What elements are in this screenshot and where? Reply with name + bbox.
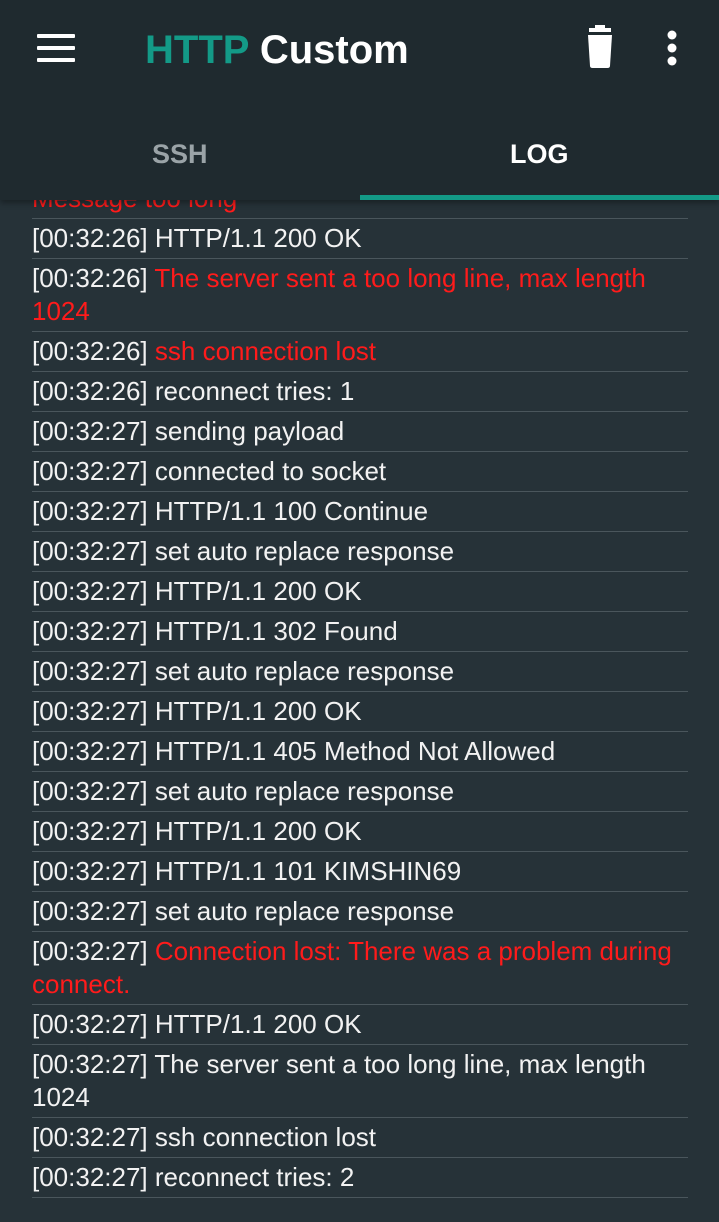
log-row: [00:32:27] The server sent a too long li… bbox=[32, 1045, 688, 1118]
log-row: [00:32:27] set auto replace response bbox=[32, 532, 688, 572]
tab-ssh-label: SSH bbox=[151, 138, 208, 169]
log-message: HTTP/1.1 200 OK bbox=[154, 576, 362, 606]
log-timestamp: [00:32:27] bbox=[32, 896, 148, 926]
log-message: HTTP/1.1 200 OK bbox=[154, 816, 362, 846]
log-row: [00:32:27] HTTP/1.1 200 OK bbox=[32, 692, 688, 732]
log-row: [00:32:27] set auto replace response bbox=[32, 892, 688, 932]
log-row: Message too long bbox=[32, 200, 688, 219]
app-title-http: HTTP bbox=[145, 28, 249, 72]
log-list[interactable]: Message too long [00:32:26] HTTP/1.1 200 … bbox=[32, 200, 688, 1222]
log-message: reconnect tries: 2 bbox=[154, 1162, 355, 1192]
log-message: connected to socket bbox=[154, 456, 387, 486]
app-title-custom: Custom bbox=[259, 28, 409, 72]
log-row: [00:32:27] HTTP/1.1 200 OK bbox=[32, 812, 688, 852]
log-timestamp: [00:32:27] bbox=[32, 736, 148, 766]
hamburger-menu-icon[interactable] bbox=[30, 24, 82, 72]
log-row: [00:32:26] ssh connection lost bbox=[32, 332, 688, 372]
log-message: HTTP/1.1 405 Method Not Allowed bbox=[154, 736, 556, 766]
app-screen: HTTP Custom SSH LOG Me bbox=[0, 0, 719, 1222]
app-title: HTTP Custom bbox=[145, 26, 409, 74]
log-timestamp: [00:32:27] bbox=[32, 1009, 148, 1039]
log-timestamp: [00:32:26] bbox=[32, 263, 148, 293]
log-timestamp: [00:32:27] bbox=[32, 776, 148, 806]
tab-log[interactable]: LOG bbox=[359, 108, 719, 200]
log-timestamp: [00:32:26] bbox=[32, 336, 148, 366]
log-message: Message too long bbox=[32, 200, 237, 213]
tab-log-label: LOG bbox=[510, 138, 569, 169]
app-bar: HTTP Custom SSH LOG bbox=[0, 0, 719, 200]
log-row: [00:32:27] HTTP/1.1 200 OK bbox=[32, 1005, 688, 1045]
log-timestamp: [00:32:27] bbox=[32, 1049, 148, 1079]
log-row: [00:32:27] sending payload bbox=[32, 412, 688, 452]
log-timestamp: [00:32:27] bbox=[32, 696, 148, 726]
log-message: set auto replace response bbox=[154, 656, 455, 686]
log-message: set auto replace response bbox=[154, 776, 455, 806]
log-message: HTTP/1.1 200 OK bbox=[154, 223, 362, 253]
log-row: [00:32:27] reconnect tries: 2 bbox=[32, 1158, 688, 1198]
log-timestamp: [00:32:27] bbox=[32, 536, 148, 566]
log-timestamp: [00:32:27] bbox=[32, 856, 148, 886]
log-row: [00:32:27] HTTP/1.1 100 Continue bbox=[32, 492, 688, 532]
log-row: [00:32:27] set auto replace response bbox=[32, 652, 688, 692]
log-timestamp: [00:32:27] bbox=[32, 416, 148, 446]
log-row: [00:32:27] set auto replace response bbox=[32, 772, 688, 812]
trash-icon[interactable] bbox=[578, 24, 622, 72]
log-message: ssh connection lost bbox=[154, 1122, 377, 1152]
log-timestamp: [00:32:26] bbox=[32, 376, 148, 406]
log-row: [00:32:27] HTTP/1.1 101 KIMSHIN69 bbox=[32, 852, 688, 892]
log-message: HTTP/1.1 101 KIMSHIN69 bbox=[154, 856, 462, 886]
log-row: [00:32:27] Connection lost: There was a … bbox=[32, 932, 688, 1005]
tab-ssh[interactable]: SSH bbox=[0, 108, 360, 200]
log-message: HTTP/1.1 200 OK bbox=[154, 1009, 362, 1039]
log-message: HTTP/1.1 302 Found bbox=[154, 616, 398, 646]
log-row: [00:32:26] reconnect tries: 1 bbox=[32, 372, 688, 412]
log-row: [00:32:27] HTTP/1.1 302 Found bbox=[32, 612, 688, 652]
tab-bar: SSH LOG bbox=[0, 108, 719, 200]
log-message: reconnect tries: 1 bbox=[154, 376, 355, 406]
log-row: [00:32:27] HTTP/1.1 200 OK bbox=[32, 572, 688, 612]
log-row: [00:32:26] HTTP/1.1 200 OK bbox=[32, 219, 688, 259]
log-row: [00:32:27] ssh connection lost bbox=[32, 1118, 688, 1158]
log-message: set auto replace response bbox=[154, 896, 455, 926]
log-row: [00:32:27] connected to socket bbox=[32, 452, 688, 492]
log-message: HTTP/1.1 200 OK bbox=[154, 696, 362, 726]
log-timestamp: [00:32:26] bbox=[32, 223, 148, 253]
log-timestamp: [00:32:27] bbox=[32, 576, 148, 606]
log-message: HTTP/1.1 100 Continue bbox=[154, 496, 429, 526]
log-timestamp: [00:32:27] bbox=[32, 816, 148, 846]
log-timestamp: [00:32:27] bbox=[32, 656, 148, 686]
log-timestamp: [00:32:27] bbox=[32, 456, 148, 486]
log-timestamp: [00:32:27] bbox=[32, 936, 148, 966]
log-list-content: Message too long [00:32:26] HTTP/1.1 200 … bbox=[32, 200, 688, 1198]
log-row: [00:32:26] The server sent a too long li… bbox=[32, 259, 688, 332]
log-message: sending payload bbox=[154, 416, 345, 446]
log-timestamp: [00:32:27] bbox=[32, 616, 148, 646]
log-message: ssh connection lost bbox=[154, 336, 377, 366]
log-row: [00:32:27] HTTP/1.1 405 Method Not Allow… bbox=[32, 732, 688, 772]
log-message: set auto replace response bbox=[154, 536, 455, 566]
log-timestamp: [00:32:27] bbox=[32, 496, 148, 526]
log-timestamp: [00:32:27] bbox=[32, 1162, 148, 1192]
log-timestamp: [00:32:27] bbox=[32, 1122, 148, 1152]
more-vert-icon[interactable] bbox=[650, 24, 694, 72]
